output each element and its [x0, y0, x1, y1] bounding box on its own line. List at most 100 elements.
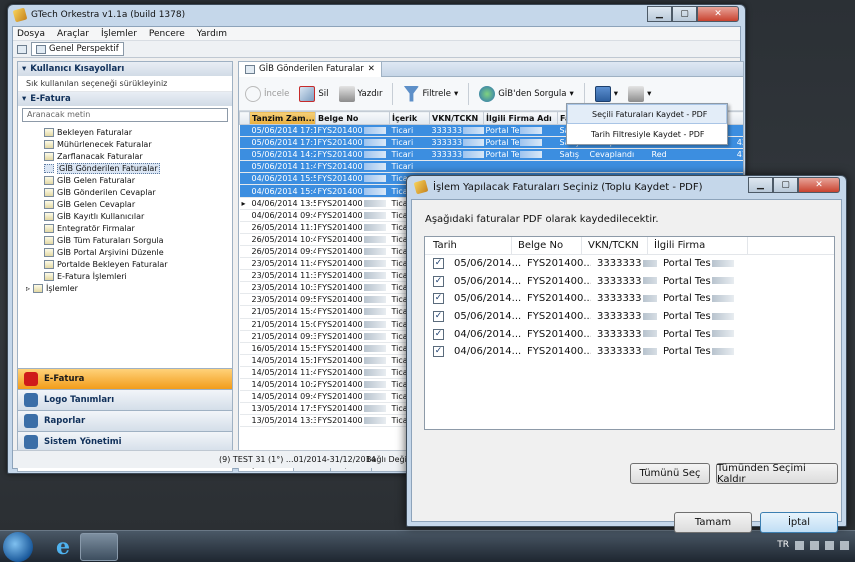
search-input[interactable]: Aranacak metin: [22, 108, 228, 122]
network-icon[interactable]: [825, 540, 834, 550]
close-button[interactable]: ✕: [697, 6, 739, 22]
menu-araclar[interactable]: Araçlar: [57, 29, 89, 39]
cell-tutar: [683, 160, 743, 174]
folder-icon: [44, 235, 54, 245]
close-button[interactable]: ✕: [798, 177, 840, 193]
shortcuts-header[interactable]: ▾ Kullanıcı Kısayolları: [18, 62, 232, 76]
tree-item-gib-gonderilen-cevaplar[interactable]: GİB Gönderilen Cevaplar: [18, 186, 232, 198]
cancel-button[interactable]: İptal: [760, 512, 838, 533]
select-all-button[interactable]: Tümünü Seç: [630, 463, 710, 484]
tab-gib-gonderilen[interactable]: GİB Gönderilen Faturalar ✕: [239, 61, 382, 77]
tree-item-gib-gelen[interactable]: GİB Gelen Faturalar: [18, 174, 232, 186]
row-marker-header: [239, 111, 250, 125]
dialog-title: İşlem Yapılacak Faturaları Seçiniz (Topl…: [433, 181, 703, 193]
redaction-bar: [711, 347, 734, 355]
category-sistem[interactable]: Sistem Yönetimi: [18, 431, 232, 452]
language-indicator[interactable]: TR: [777, 540, 789, 550]
dropdown-arrow-icon[interactable]: ▾: [454, 89, 458, 99]
cell-date: 13/05/2014 17:59: [249, 402, 316, 416]
taskbar-app-button[interactable]: [80, 533, 118, 561]
col-belge-no[interactable]: Belge No: [512, 236, 582, 255]
open-perspective-icon[interactable]: [17, 44, 27, 54]
efatura-header[interactable]: ▾ E-Fatura: [18, 92, 232, 106]
folder-icon: [44, 247, 54, 257]
dropdown-arrow-icon[interactable]: ▾: [570, 89, 574, 99]
tree-item-gib-gonderilen[interactable]: GİB Gönderilen Faturalar: [18, 162, 232, 174]
table-row[interactable]: 05/06/2014 11:40FYS201400Ticari: [239, 160, 743, 174]
volume-icon[interactable]: [840, 540, 849, 550]
minimize-button[interactable]: ▁: [748, 177, 773, 193]
sil-button[interactable]: Sil: [299, 85, 329, 102]
menu-pencere[interactable]: Pencere: [149, 29, 185, 39]
table-row[interactable]: 05/06/2014 14:29FYS201400Ticari333333Por…: [239, 148, 743, 162]
dropdown-arrow-icon[interactable]: ▾: [614, 89, 618, 99]
dropdown-arrow-icon[interactable]: ▾: [647, 89, 651, 99]
tree-item-muhurlenecek[interactable]: Mühürlenecek Faturalar: [18, 138, 232, 150]
col-vkn[interactable]: VKN/TCKN: [582, 236, 648, 255]
cell-date: 26/05/2014 09:46: [249, 245, 316, 259]
tree-item-bekleyen[interactable]: Bekleyen Faturalar: [18, 126, 232, 138]
category-raporlar[interactable]: Raporlar: [18, 410, 232, 431]
tree-item-efatura-islemleri[interactable]: E-Fatura İşlemleri: [18, 270, 232, 282]
menu-islemler[interactable]: İşlemler: [101, 29, 137, 39]
col-tarih[interactable]: Tarih: [425, 236, 512, 255]
menu-item-save-selected-pdf[interactable]: Seçili Faturaları Kaydet - PDF: [567, 104, 727, 124]
action-center-icon[interactable]: [810, 540, 819, 550]
col-icerik[interactable]: İçerik: [389, 111, 430, 125]
col-firma[interactable]: İlgili Firma Adı: [483, 111, 558, 125]
list-item[interactable]: ✓ 04/06/2014... FYS201400... 3333333 Portal …: [425, 343, 834, 361]
row-checkbox[interactable]: ✓: [433, 311, 444, 323]
tree-item-gib-portal-arsiv[interactable]: GİB Portal Arşivini Düzenle: [18, 246, 232, 258]
clear-all-button[interactable]: Tümünden Seçimi Kaldır: [716, 463, 838, 485]
menu-dosya[interactable]: Dosya: [17, 29, 45, 39]
list-item[interactable]: ✓ 04/06/2014... FYS201400... 3333333 Portal …: [425, 325, 834, 343]
tree-item-portalde-bekleyen[interactable]: Portalde Bekleyen Faturalar: [18, 258, 232, 270]
tree-item-entegrator[interactable]: Entegratör Firmalar: [18, 222, 232, 234]
yazdir-button[interactable]: Yazdır: [338, 85, 382, 102]
tree-item-zarflanacak[interactable]: Zarflanacak Faturalar: [18, 150, 232, 162]
row-checkbox[interactable]: ✓: [433, 275, 444, 287]
filtrele-button[interactable]: Filtrele ▾: [403, 85, 458, 102]
tree-item-islemler[interactable]: ▹ İşlemler: [18, 282, 232, 294]
row-marker: [239, 354, 250, 367]
menu-yardim[interactable]: Yardım: [197, 29, 227, 39]
list-item[interactable]: ✓ 05/06/2014... FYS201400... 3333333 Portal …: [425, 290, 834, 308]
list-item[interactable]: ✓ 05/06/2014... FYS201400... 3333333 Portal …: [425, 308, 834, 326]
close-tab-icon[interactable]: ✕: [368, 64, 375, 74]
tree-item-gib-gelen-cevaplar[interactable]: GİB Gelen Cevaplar: [18, 198, 232, 210]
col-ilgili-firma[interactable]: İlgili Firma: [648, 236, 748, 255]
filtrele-label: Filtrele: [422, 88, 451, 99]
perspective-button[interactable]: Genel Perspektif: [31, 42, 124, 56]
ok-button[interactable]: Tamam: [674, 512, 752, 533]
menu-item-save-by-date-pdf[interactable]: Tarih Filtresiyle Kaydet - PDF: [567, 124, 727, 144]
tray-arrow-icon[interactable]: [795, 540, 804, 550]
category-logo[interactable]: Logo Tanımları: [18, 389, 232, 410]
tree-item-label: GİB Gönderilen Cevaplar: [57, 187, 156, 197]
key-icon: [44, 271, 54, 281]
list-item[interactable]: ✓ 05/06/2014... FYS201400... 3333333 Portal …: [425, 273, 834, 291]
internet-explorer-icon[interactable]: e: [50, 534, 76, 560]
row-checkbox[interactable]: ✓: [433, 293, 444, 305]
cell-icerik: Ticari: [389, 136, 430, 150]
row-checkbox[interactable]: ✓: [433, 346, 444, 358]
cell-vkn: 3333333: [591, 293, 657, 304]
maximize-button[interactable]: ▢: [773, 177, 798, 193]
minimize-button[interactable]: ▁: [647, 6, 672, 22]
incele-button[interactable]: İncele: [245, 85, 289, 102]
tree-item-gib-tum[interactable]: GİB Tüm Faturaları Sorgula: [18, 234, 232, 246]
maximize-button[interactable]: ▢: [672, 6, 697, 22]
col-belge-no[interactable]: Belge No: [315, 111, 390, 125]
col-vkn[interactable]: VKN/TCKN: [429, 111, 484, 125]
start-button[interactable]: [3, 532, 33, 562]
row-checkbox[interactable]: ✓: [433, 258, 444, 270]
col-tanzim[interactable]: Tanzim Zam...: [249, 111, 316, 125]
row-checkbox[interactable]: ✓: [433, 328, 444, 340]
category-efatura[interactable]: E-Fatura: [18, 368, 232, 389]
tree-item-gib-kayitli[interactable]: GİB Kayıtlı Kullanıcılar: [18, 210, 232, 222]
gib-sorgula-button[interactable]: GİB'den Sorgula ▾: [479, 85, 574, 102]
print-menu-button[interactable]: ▾: [628, 85, 651, 102]
save-button[interactable]: ▾: [594, 85, 618, 102]
folder-icon: [44, 127, 54, 137]
list-item[interactable]: ✓ 05/06/2014... FYS201400... 3333333 Portal …: [425, 255, 834, 273]
cell-date: 04/06/2014 15:45: [249, 184, 316, 198]
